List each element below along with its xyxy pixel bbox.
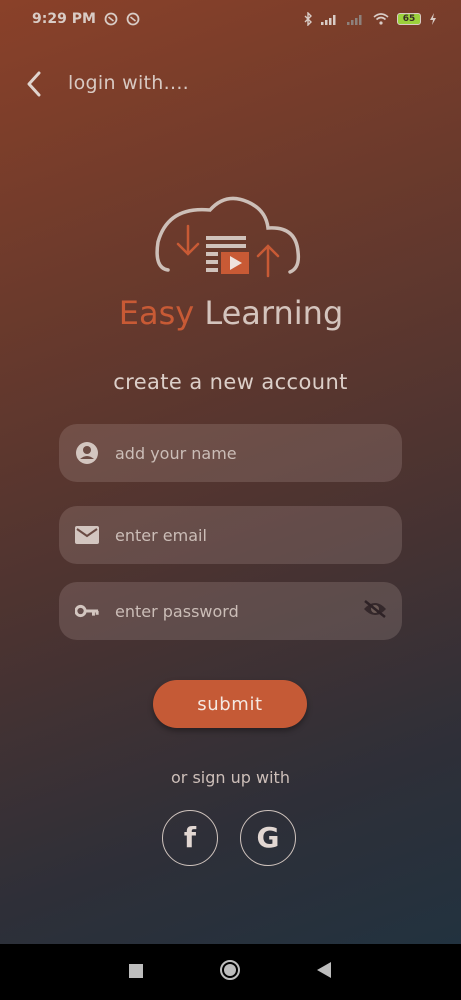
mail-icon: [75, 523, 99, 547]
sync-icon: [104, 12, 118, 26]
system-nav-bar: [0, 944, 461, 1000]
google-icon: G: [256, 821, 280, 854]
eye-off-icon: [362, 599, 388, 623]
name-input[interactable]: [115, 424, 355, 482]
password-input[interactable]: [115, 582, 355, 640]
battery-icon: 65: [397, 13, 421, 25]
account-circle-icon: [75, 441, 99, 465]
sync-icon: [126, 12, 140, 26]
status-time: 9:29 PM: [32, 11, 96, 27]
signal-icon: [347, 13, 365, 25]
back-triangle-icon: [317, 962, 331, 982]
facebook-icon: f: [183, 821, 197, 854]
password-visibility-toggle[interactable]: [362, 599, 388, 623]
status-bar-left: 9:29 PM: [32, 11, 140, 27]
cloud-learning-logo-icon: [155, 196, 301, 278]
facebook-signup-button[interactable]: f: [162, 810, 218, 866]
status-bar-right: 65: [303, 12, 437, 26]
google-signup-button[interactable]: G: [240, 810, 296, 866]
home-circle-icon: [219, 959, 241, 985]
logo-wordmark: Easy Learning: [118, 294, 344, 332]
system-back-button[interactable]: [312, 960, 336, 984]
email-field[interactable]: [59, 506, 402, 564]
submit-button[interactable]: submit: [153, 680, 307, 728]
status-bar: 9:29 PM 65: [0, 0, 461, 38]
top-app-bar: login with....: [0, 60, 461, 108]
name-field[interactable]: [59, 424, 402, 482]
bluetooth-icon: [303, 12, 313, 26]
logo-word-learning: Learning: [204, 294, 344, 332]
social-signup-label: or sign up with: [171, 768, 290, 787]
chevron-left-icon: [26, 71, 42, 101]
app-logo: Easy Learning: [118, 192, 344, 342]
app-screen: 9:29 PM 65 login with.... Easy Learning …: [0, 0, 461, 944]
signal-icon: [321, 13, 339, 25]
recents-square-icon: [129, 963, 143, 982]
key-icon: [75, 599, 99, 623]
page-heading: create a new account: [113, 370, 348, 394]
email-input[interactable]: [115, 506, 355, 564]
recents-button[interactable]: [124, 960, 148, 984]
home-button[interactable]: [218, 960, 242, 984]
wifi-icon: [373, 13, 389, 25]
logo-word-easy: Easy: [118, 294, 195, 332]
password-field[interactable]: [59, 582, 402, 640]
charging-icon: [429, 13, 437, 25]
back-button[interactable]: [18, 70, 50, 102]
header-title: login with....: [68, 72, 189, 94]
